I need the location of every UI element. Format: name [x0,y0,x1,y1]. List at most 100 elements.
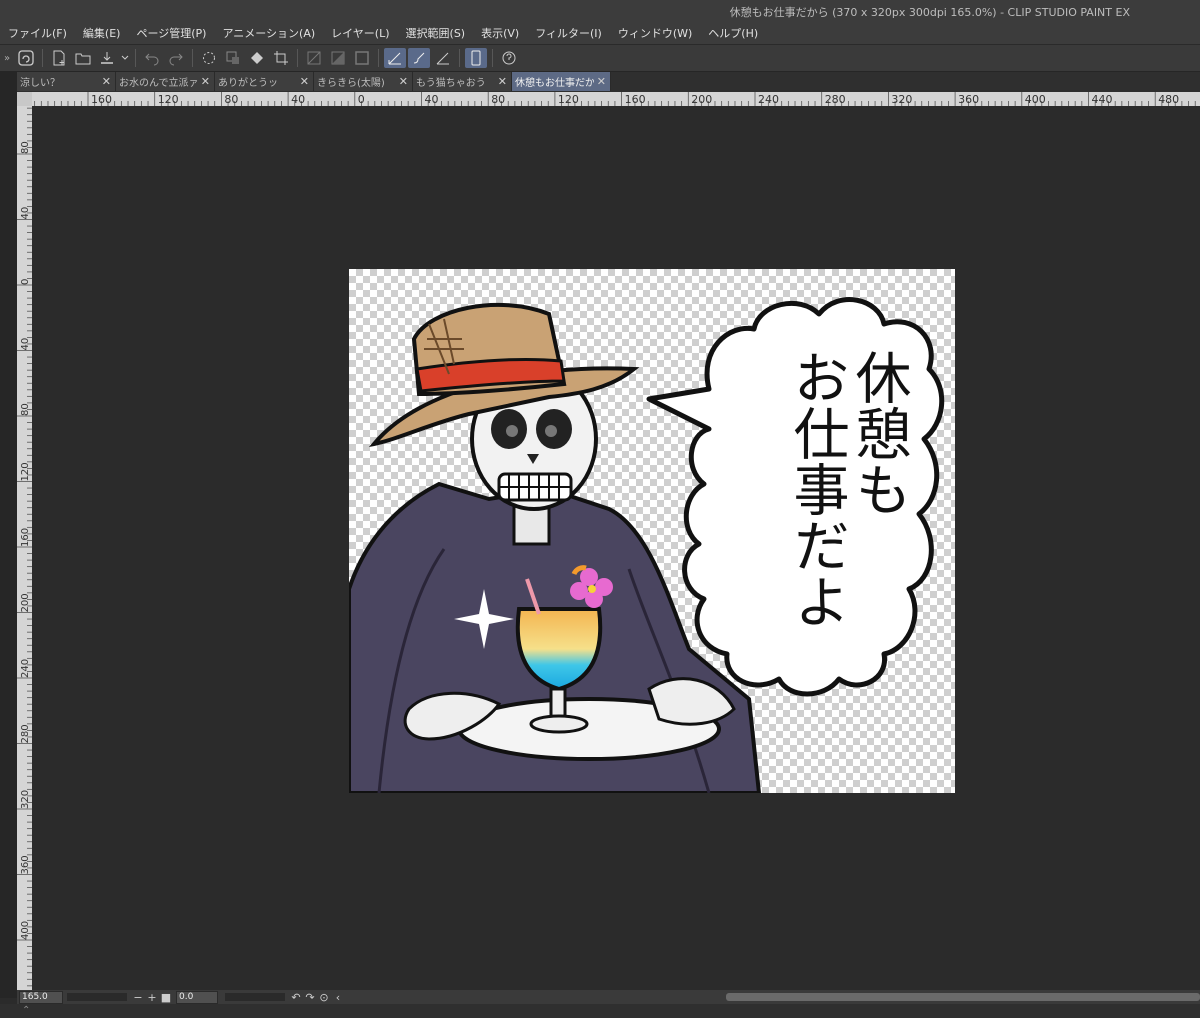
menu-bar: ファイル(F) 編集(E) ページ管理(P) アニメーション(A) レイヤー(L… [0,22,1200,45]
rotation-slider[interactable] [225,993,285,1001]
document-canvas[interactable]: 休憩も お仕事だよ [349,269,955,793]
close-icon[interactable]: ✕ [597,75,606,88]
tab-document-6[interactable]: 休憩もお仕事だから✕ [512,72,611,91]
ruler-label: 320 [20,790,31,809]
menu-view[interactable]: 表示(V) [473,25,527,41]
tab-label: 休憩もお仕事だから [515,78,594,89]
ruler-label: 400 [20,921,31,940]
close-icon[interactable]: ✕ [201,75,210,88]
tab-document-2[interactable]: お水のんで立派ァ ✕ [116,72,215,91]
ruler-label: 320 [891,93,912,106]
horizontal-scrollbar[interactable] [726,993,1200,1001]
undo-icon[interactable] [141,48,163,68]
menu-filter[interactable]: フィルター(I) [527,25,610,41]
zoom-level-field[interactable]: 165.0 [19,990,63,1004]
vertical-ruler: 80 40 0 40 80 120 160 200 240 280 320 360 400 [17,106,32,990]
transform-icon[interactable] [222,48,244,68]
clear-icon[interactable] [303,48,325,68]
separator [192,49,193,67]
brush-icon[interactable] [408,48,430,68]
ruler-label: 80 [20,141,31,154]
menu-help[interactable]: ヘルプ(H) [700,25,766,41]
menu-layer[interactable]: レイヤー(L) [323,25,397,41]
pen-icon[interactable] [384,48,406,68]
speech-line-1: 休憩も [846,349,911,517]
ruler-label: 40 [425,93,439,106]
speech-line-2: お仕事だよ [784,349,849,629]
command-bar: » [0,45,1200,72]
rotate-right-icon[interactable]: ↷ [303,991,317,1004]
open-folder-icon[interactable] [72,48,94,68]
ruler-label: 160 [20,528,31,547]
ruler-label: 240 [758,93,779,106]
ruler-label: 360 [958,93,979,106]
tab-label: もう猫ちゃおう [416,78,486,89]
zoom-out-icon[interactable]: − [131,991,145,1004]
ruler-label: 120 [158,93,179,106]
tab-document-1[interactable]: 涼しい？ ✕ [17,72,116,91]
horizontal-ruler-ticks: 160 120 80 40 0 40 80 120 160 200 240 280 320 360 400 4… [20,92,1196,106]
tab-document-4[interactable]: きらきら(太陽) ✕ [314,72,413,91]
tab-label: ありがとうッ [218,78,278,89]
separator [297,49,298,67]
ruler-label: 160 [91,93,112,106]
close-icon[interactable]: ✕ [102,75,111,88]
left-panel-gutter [0,72,17,998]
new-file-icon[interactable] [48,48,70,68]
ruler-label: 120 [20,462,31,481]
ruler-label: 200 [691,93,712,106]
horizontal-ruler: 160 120 80 40 0 40 80 120 160 200 240 280 320 360 400 4… [17,92,1200,106]
separator [378,49,379,67]
tab-label: 涼しい？ [20,78,60,89]
fit-view-icon[interactable]: ■ [159,991,173,1004]
help-icon[interactable] [498,48,520,68]
ruler-label: 240 [20,659,31,678]
speech-bubble-text: 休憩も お仕事だよ [759,349,911,709]
ruler-label: 480 [1158,93,1179,106]
document-tabs: 涼しい？ ✕ お水のんで立派ァ ✕ ありがとうッ ✕ きらきら(太陽) ✕ もう猫ちゃお… [17,72,1200,92]
menu-animation[interactable]: アニメーション(A) [214,25,323,41]
clip-studio-icon[interactable] [15,48,37,68]
close-icon[interactable]: ✕ [300,75,309,88]
ruler-label: 280 [825,93,846,106]
title-bar: 休憩もお仕事だから (370 x 320px 300dpi 165.0%) - … [0,0,1200,22]
tablet-icon[interactable] [465,48,487,68]
menu-file[interactable]: ファイル(F) [0,25,75,41]
menu-window[interactable]: ウィンドウ(W) [610,25,700,41]
close-icon[interactable]: ✕ [399,75,408,88]
chevron-down-icon[interactable] [120,48,130,68]
tab-document-5[interactable]: もう猫ちゃおう ✕ [413,72,512,91]
expand-chevron-icon[interactable]: » [0,53,14,64]
ruler-icon[interactable] [432,48,454,68]
tab-label: きらきら(太陽) [317,78,385,89]
save-icon[interactable] [96,48,118,68]
loading-icon[interactable] [198,48,220,68]
frame-icon[interactable] [351,48,373,68]
menu-selection[interactable]: 選択範囲(S) [398,25,474,41]
close-icon[interactable]: ✕ [498,75,507,88]
separator [42,49,43,67]
shade-icon[interactable] [327,48,349,68]
menu-page[interactable]: ページ管理(P) [128,25,214,41]
scroll-left-icon[interactable]: ‹ [331,991,345,1004]
bottom-strip: ⌃ [0,1004,1200,1018]
ruler-label: 40 [291,93,305,106]
zoom-slider[interactable] [67,993,127,1001]
crop-icon[interactable] [270,48,292,68]
reset-rotation-icon[interactable]: ⊙ [317,991,331,1004]
ruler-label: 360 [20,855,31,874]
ruler-label: 440 [1092,93,1113,106]
separator [135,49,136,67]
ruler-label: 120 [558,93,579,106]
ruler-label: 80 [20,403,31,416]
rotation-angle-field[interactable]: 0.0 [176,990,218,1004]
menu-edit[interactable]: 編集(E) [75,25,129,41]
ruler-label: 0 [358,93,365,106]
ruler-label: 0 [20,279,31,285]
tab-document-3[interactable]: ありがとうッ ✕ [215,72,314,91]
fill-icon[interactable] [246,48,268,68]
zoom-in-icon[interactable]: + [145,991,159,1004]
rotate-left-icon[interactable]: ↶ [289,991,303,1004]
redo-icon[interactable] [165,48,187,68]
chevron-up-icon[interactable]: ⌃ [22,1005,30,1016]
